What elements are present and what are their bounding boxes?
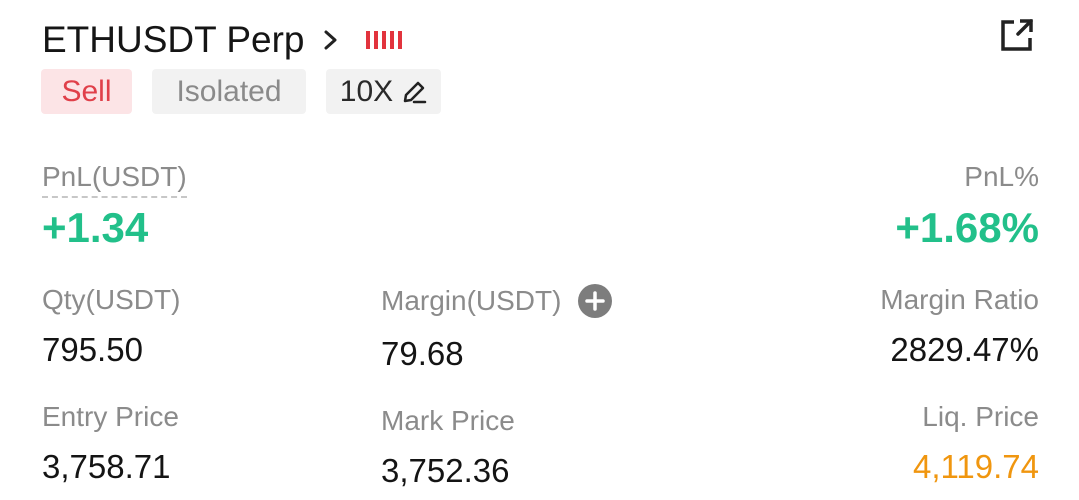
pnl-label[interactable]: PnL(USDT) xyxy=(42,160,187,198)
side-badge: Sell xyxy=(41,69,132,114)
liq-price-label: Liq. Price xyxy=(922,401,1039,432)
margin-label-group: Margin(USDT) xyxy=(381,283,613,319)
chevron-right-icon[interactable] xyxy=(320,22,342,58)
volatility-bars-icon xyxy=(366,31,402,51)
liq-price-value: 4,119.74 xyxy=(912,448,1039,485)
plus-circle-icon[interactable] xyxy=(577,283,613,319)
qty-label: Qty(USDT) xyxy=(42,284,181,315)
pnl-percent-label: PnL% xyxy=(964,161,1039,192)
margin-value: 79.68 xyxy=(381,335,464,372)
symbol-title[interactable]: ETHUSDT Perp xyxy=(42,18,305,62)
margin-mode-badge[interactable]: Isolated xyxy=(152,69,306,114)
entry-price-label: Entry Price xyxy=(42,401,179,432)
pnl-percent-value: +1.68% xyxy=(895,204,1039,251)
margin-ratio-label: Margin Ratio xyxy=(880,284,1039,315)
margin-ratio-value: 2829.47% xyxy=(890,331,1039,368)
share-external-icon[interactable] xyxy=(998,16,1036,54)
entry-price-value: 3,758.71 xyxy=(42,448,171,485)
leverage-value: 10X xyxy=(339,75,394,108)
margin-label: Margin(USDT) xyxy=(381,285,562,316)
leverage-button[interactable]: 10X xyxy=(326,69,441,114)
mark-price-label: Mark Price xyxy=(381,405,515,436)
qty-value: 795.50 xyxy=(42,331,143,368)
pencil-icon xyxy=(403,81,427,103)
mark-price-value: 3,752.36 xyxy=(381,452,510,489)
pnl-value: +1.34 xyxy=(42,204,149,251)
